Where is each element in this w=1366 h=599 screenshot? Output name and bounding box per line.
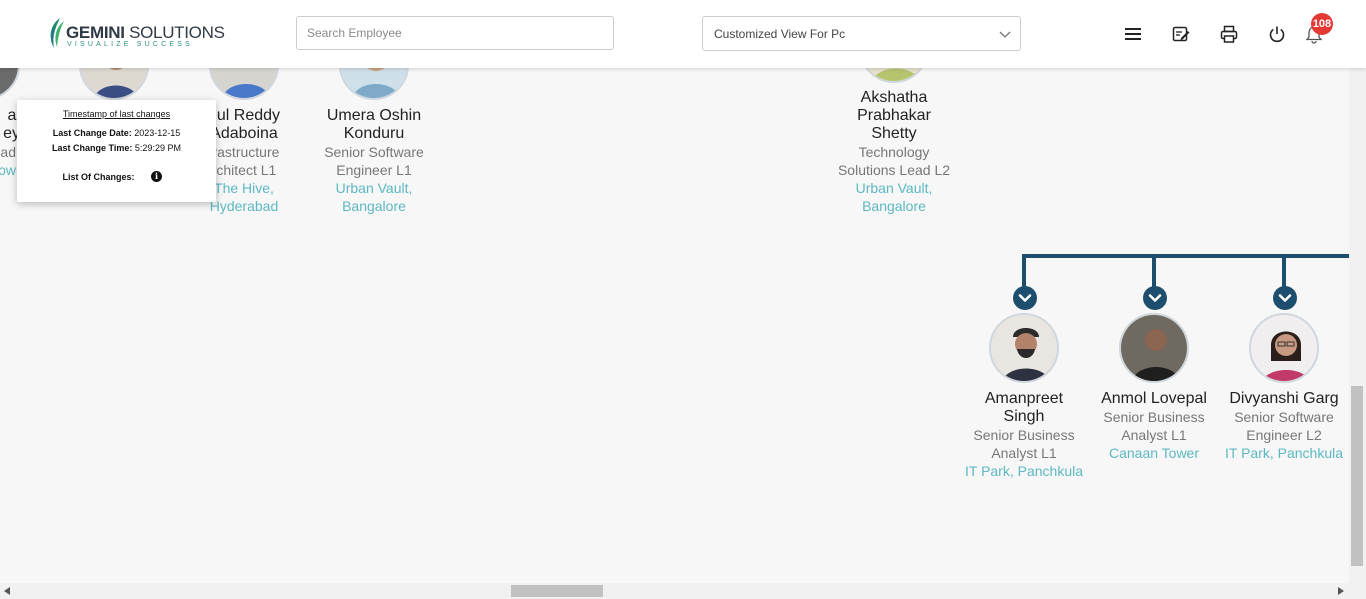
employee-avatar[interactable] (1249, 313, 1319, 383)
chevron-down-icon (1018, 294, 1032, 302)
brand-name: GEMINI SOLUTIONS (66, 23, 225, 42)
employee-name: Divyanshi Garg (1229, 390, 1339, 407)
chevron-down-icon (1278, 294, 1292, 302)
last-change-date: Last Change Date: 2023-12-15 (52, 128, 181, 138)
top-header: GEMINI SOLUTIONS VISUALIZE SUCCESS Custo… (0, 0, 1366, 68)
change-timestamp-tooltip: Timestamp of last changes Last Change Da… (17, 100, 216, 202)
employee-name: Anmol Lovepal (1101, 390, 1207, 407)
employee-card[interactable]: Umera Oshin Konduru Senior Software Engi… (309, 107, 439, 215)
employee-avatar[interactable] (989, 313, 1059, 383)
employee-role: Senior Business (973, 427, 1075, 443)
employee-location: Urban Vault, (855, 180, 933, 196)
gemini-solutions-logo[interactable]: GEMINI SOLUTIONS VISUALIZE SUCCESS (46, 17, 225, 51)
person-photo (1121, 315, 1187, 381)
expand-node-button[interactable] (1013, 286, 1037, 310)
employee-name: Singh (1003, 408, 1045, 425)
employee-role: Senior Software (1234, 409, 1334, 425)
brand-tagline: VISUALIZE SUCCESS (67, 41, 193, 48)
employee-card[interactable]: Divyanshi Garg Senior Software Engineer … (1219, 390, 1349, 462)
org-connector-horizontal (1022, 254, 1349, 258)
employee-role: Analyst L1 (991, 445, 1057, 461)
edit-note-icon[interactable] (1171, 24, 1191, 44)
power-icon[interactable] (1267, 24, 1287, 44)
org-connector-vertical (1022, 254, 1026, 288)
menu-icon[interactable] (1123, 24, 1143, 44)
scroll-right-arrow-icon[interactable] (1338, 587, 1344, 595)
employee-location: IT Park, Panchkula (1224, 445, 1344, 461)
horizontal-scrollbar-thumb[interactable] (511, 585, 603, 597)
print-icon[interactable] (1219, 24, 1239, 44)
list-of-changes-label: List Of Changes: (62, 172, 135, 182)
tooltip-title: Timestamp of last changes (62, 109, 171, 119)
employee-role: Solutions Lead L2 (837, 162, 951, 178)
employee-location: Bangalore (342, 198, 406, 214)
employee-role: Engineer L1 (336, 162, 412, 178)
employee-location: IT Park, Panchkula (964, 463, 1084, 479)
person-photo (1251, 315, 1317, 381)
employee-name: Prabhakar (857, 107, 931, 124)
employee-name: Shetty (871, 125, 917, 142)
chevron-down-icon (1148, 294, 1162, 302)
vertical-scrollbar[interactable] (1349, 68, 1366, 583)
expand-node-button[interactable] (1273, 286, 1297, 310)
last-change-time: Last Change Time: 5:29:29 PM (52, 143, 181, 153)
employee-role: Analyst L1 (1121, 427, 1187, 443)
employee-role: ad (0, 144, 16, 160)
info-icon[interactable]: i (151, 171, 162, 182)
notification-count-badge: 108 (1311, 13, 1333, 35)
horizontal-scrollbar[interactable] (0, 583, 1366, 599)
employee-name: Umera Oshin (326, 107, 422, 124)
leaf-logo-icon (50, 18, 64, 48)
employee-role: Engineer L2 (1246, 427, 1322, 443)
employee-location: Bangalore (862, 198, 926, 214)
search-employee-input[interactable] (296, 16, 614, 50)
employee-role: Technology (858, 144, 930, 160)
vertical-scrollbar-thumb[interactable] (1351, 386, 1363, 566)
employee-name: Konduru (343, 125, 405, 142)
employee-role: Senior Software (324, 144, 424, 160)
employee-card[interactable]: Anmol Lovepal Senior Business Analyst L1… (1089, 390, 1219, 462)
view-select-dropdown[interactable]: Customized View For Pc (702, 16, 1021, 51)
person-photo (991, 315, 1057, 381)
expand-node-button[interactable] (1143, 286, 1167, 310)
employee-location: Canaan Tower (1108, 445, 1200, 461)
view-select-value: Customized View For Pc (714, 27, 846, 41)
employee-avatar[interactable] (1119, 313, 1189, 383)
org-connector-vertical (1282, 254, 1286, 288)
org-connector-vertical (1152, 254, 1156, 288)
employee-name: Akshatha (860, 89, 928, 106)
employee-role: Senior Business (1103, 409, 1205, 425)
chevron-down-icon (999, 31, 1011, 38)
employee-card[interactable]: Akshatha Prabhakar Shetty Technology Sol… (829, 89, 959, 215)
employee-name: Amanpreet (984, 390, 1064, 407)
scroll-left-arrow-icon[interactable] (4, 587, 10, 595)
employee-card[interactable]: Amanpreet Singh Senior Business Analyst … (959, 390, 1089, 480)
employee-location: Urban Vault, (335, 180, 413, 196)
